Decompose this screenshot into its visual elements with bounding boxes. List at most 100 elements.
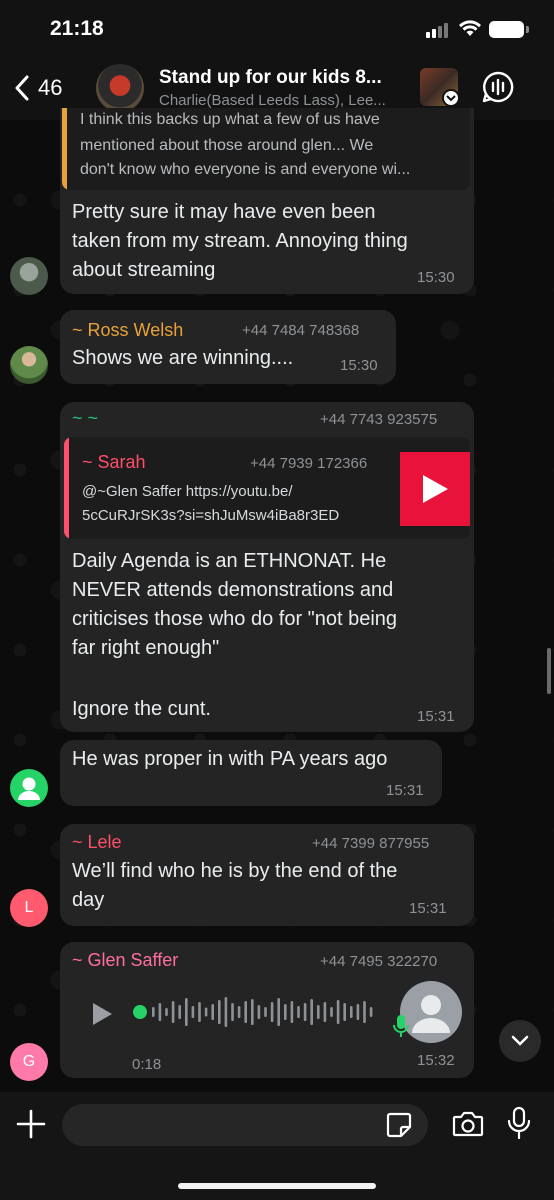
dropdown-badge-icon [442,89,460,107]
battery-icon [489,21,524,38]
voice-duration: 0:18 [132,1056,162,1073]
message-text: Shows we are winning.... [72,347,294,369]
letter-avatar[interactable]: L [10,889,48,927]
waveform-bar [237,1006,241,1018]
scrollbar[interactable] [547,648,551,694]
message-text: about streaming [72,259,216,281]
home-indicator [178,1183,376,1189]
mic-icon [393,1015,409,1037]
avatar[interactable] [10,346,48,384]
waveform-bar [310,999,313,1025]
sender-name[interactable]: ~ Ross Welsh [72,320,183,341]
play-icon[interactable] [91,1002,113,1026]
chevron-left-icon [15,75,29,101]
quote-sender-phone: +44 7939 172366 [250,455,368,472]
sender-name[interactable]: ~ Glen Saffer [72,950,178,971]
group-avatar[interactable] [96,64,144,112]
waveform-bar [171,1001,175,1023]
message-time: 15:31 [409,900,447,917]
clock: 21:18 [50,17,104,40]
waveform-bar [165,1008,168,1016]
avatar-letter: L [24,899,34,916]
sender-phone: +44 7743 923575 [320,411,438,428]
waveform-bar [198,1002,201,1022]
chevron-down-icon [511,1035,529,1046]
waveform-bar [336,1000,340,1024]
voice-sender-avatar [400,981,462,1043]
waveform-bar [330,1007,333,1017]
back-button[interactable]: 46 [14,70,62,106]
message-input[interactable] [62,1104,428,1146]
message-text: NEVER attends demonstrations and [72,579,394,601]
quote-line: mentioned about those around glen... We [80,137,374,154]
wifi-icon [459,20,481,36]
sender-phone: +44 7495 322270 [320,953,438,970]
waveform-bar [152,1007,155,1017]
sender-name[interactable]: ~ ~ [72,408,98,429]
quoted-message[interactable]: I think this backs up what a few of us h… [62,108,470,190]
default-avatar[interactable] [10,769,48,807]
sender-name[interactable]: ~ Lele [72,832,122,853]
waveform-bar [284,1004,287,1020]
status-bar: 21:18 [0,0,554,56]
waveform-bar [257,1005,261,1019]
message-text: We’ll find who he is by the end of the [72,860,398,882]
waveform-bar [317,1005,320,1019]
waveform-bar [218,1000,221,1024]
waveform-bar [270,1002,274,1022]
waveform-bar [303,1003,307,1021]
sticker-icon[interactable] [386,1112,412,1138]
youtube-thumbnail[interactable] [400,452,470,526]
camera-icon[interactable] [452,1110,484,1138]
message-time: 15:30 [417,269,455,286]
group-members[interactable]: Charlie(Based Leeds Lass), Lee... [159,92,411,109]
waveform-bar [277,998,280,1026]
message-text: taken from my stream. Annoying thing [72,230,408,252]
waveform-bar [231,1003,234,1021]
waveform-bar [204,1007,208,1017]
waveform-bar [350,1006,353,1018]
waveform-bar [244,1001,247,1023]
waveform-bar [356,1004,360,1020]
quote-bar [62,108,67,190]
avatar[interactable] [10,257,48,295]
plus-icon[interactable] [16,1109,46,1139]
cellular-signal-icon [426,22,452,38]
person-icon [18,777,40,800]
unread-count: 46 [38,75,63,100]
play-icon [423,475,448,503]
letter-avatar[interactable]: G [10,1043,48,1081]
waveform-bar [251,999,254,1025]
waveform-bar [290,1001,294,1023]
sender-phone: +44 7484 748368 [242,322,360,339]
waveform-bar [224,997,228,1027]
voice-waveform[interactable] [132,992,382,1032]
waveform-bar [297,1006,300,1018]
quote-sender-name: ~ Sarah [82,452,146,472]
message-text: far right enough" [72,637,220,659]
message-time: 15:31 [386,782,424,799]
scroll-down-button[interactable] [499,1020,541,1062]
quote-line: I think this backs up what a few of us h… [80,111,380,128]
group-title[interactable]: Stand up for our kids 8... [159,67,411,89]
message-text: day [72,889,105,911]
quote-line: don't know who everyone is and everyone … [80,161,411,178]
sender-phone: +44 7399 877955 [312,835,430,852]
message-text: Pretty sure it may have even been [72,201,376,223]
waveform-bar [158,1003,162,1021]
waveform-bar [363,1001,366,1023]
message-text: Ignore the cunt. [72,698,211,720]
message-text: Daily Agenda is an ETHNONAT. He [72,550,387,572]
message-time: 15:31 [417,708,455,725]
avatar-letter: G [22,1053,36,1070]
mic-icon[interactable] [507,1106,531,1140]
battery-nub [526,26,529,33]
waveform-bar [323,1002,327,1022]
quote-line: @~Glen Saffer https://youtu.be/ [82,483,293,500]
message-time: 15:32 [417,1052,455,1069]
message-time: 15:30 [340,357,378,374]
message-text: He was proper in with PA years ago [72,748,388,770]
waveform-bar [185,998,188,1026]
waveform-bar [191,1006,195,1018]
voice-call-icon[interactable] [481,70,515,104]
